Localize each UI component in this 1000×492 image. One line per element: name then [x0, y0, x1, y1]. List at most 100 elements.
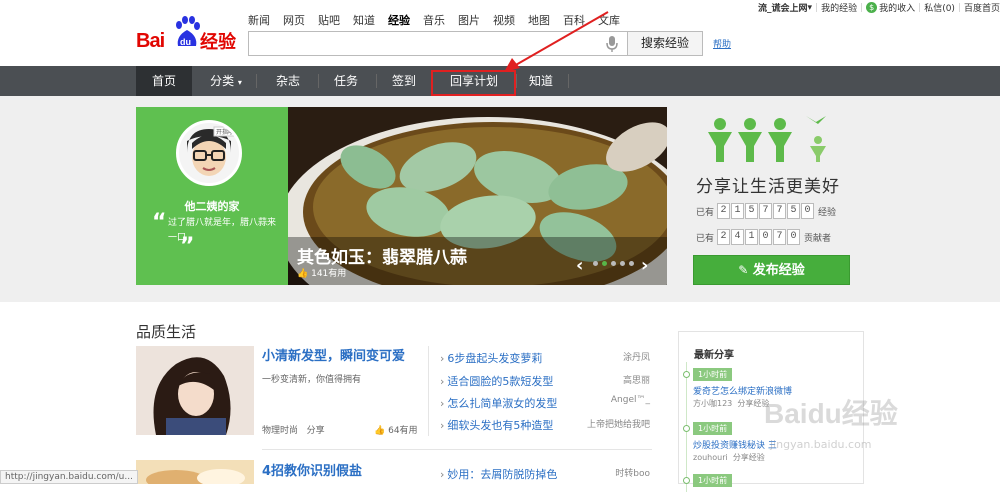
- section-title: 品质生活: [136, 323, 197, 341]
- author-quote: “ 过了腊八就是年，腊八蒜来一口 ”: [152, 212, 277, 258]
- watermark-url: jingyan.baidu.com: [770, 438, 872, 451]
- carousel-next-icon[interactable]: ›: [641, 255, 648, 276]
- hero-title[interactable]: 其色如玉：翡翠腊八蒜: [297, 243, 467, 268]
- divider: |: [918, 2, 922, 13]
- chevron-down-icon: ▾: [237, 78, 242, 87]
- tab-checkin[interactable]: 签到: [376, 66, 432, 96]
- carousel-dot[interactable]: [629, 261, 634, 266]
- top-nav-images[interactable]: 图片: [458, 12, 480, 28]
- divider: [262, 449, 652, 450]
- edit-icon: ✎: [738, 263, 749, 277]
- share-action: 分享经验: [732, 453, 765, 462]
- top-nav-tieba[interactable]: 贴吧: [318, 12, 340, 28]
- list-item-title[interactable]: 怎么扎简单淑女的发型: [440, 395, 557, 411]
- tab-category-label: 分类: [210, 74, 235, 88]
- my-income-link[interactable]: 我的收入: [879, 1, 915, 14]
- contrib-counter: 已有 2 4 1 0 7 0 贡献者: [696, 229, 831, 245]
- search-button[interactable]: 搜索经验: [627, 31, 703, 56]
- carousel-dot-active[interactable]: [602, 261, 607, 266]
- list-item[interactable]: 6步盘起头发变萝莉 涂丹凤: [440, 350, 650, 366]
- divider: [428, 346, 429, 436]
- list-item-title[interactable]: 细软头发也有5种造型: [440, 417, 553, 433]
- article-thumbnail[interactable]: [136, 460, 254, 484]
- carousel-dot[interactable]: [620, 261, 625, 266]
- carousel-prev-icon[interactable]: ‹: [576, 255, 583, 276]
- baidu-home-link[interactable]: 百度首页: [964, 1, 1000, 14]
- exp-suffix: 经验: [818, 207, 837, 218]
- digit: 5: [745, 203, 759, 219]
- top-nav-music[interactable]: 音乐: [423, 12, 445, 28]
- tab-home[interactable]: 首页: [136, 66, 192, 96]
- list-item-author[interactable]: 时转boo: [615, 466, 650, 482]
- hero-likes-count: 141有用: [311, 269, 347, 279]
- list-item-title[interactable]: 6步盘起头发变萝莉: [440, 350, 542, 366]
- time-tag: 1小时前: [693, 368, 733, 381]
- avatar-illustration: 开指哦: [179, 123, 239, 183]
- article-likes: 👍 64有用: [374, 423, 418, 436]
- carousel-dot[interactable]: [611, 261, 616, 266]
- quote-text: 过了腊八就是年，腊八蒜来一口: [168, 218, 277, 243]
- panel-title: 最新分享: [694, 350, 734, 361]
- digit: 7: [773, 229, 787, 245]
- article-title[interactable]: 4招教你识别假盐: [262, 460, 362, 479]
- timeline-dot: [683, 371, 690, 378]
- thumb-up-icon: 👍: [297, 269, 309, 279]
- publish-button[interactable]: ✎ 发布经验: [693, 255, 850, 285]
- article-likes-count: 64有用: [388, 426, 418, 436]
- top-nav-news[interactable]: 新闻: [248, 12, 270, 28]
- top-nav-web[interactable]: 网页: [283, 12, 305, 28]
- svg-text:du: du: [180, 37, 191, 47]
- quote-open-icon: “: [152, 210, 167, 235]
- timeline-dot: [683, 425, 690, 432]
- digit: 2: [717, 229, 731, 245]
- help-link[interactable]: 帮助: [713, 37, 731, 50]
- top-nav-jingyan[interactable]: 经验: [388, 12, 410, 28]
- share-title[interactable]: 炒股投资赚钱秘诀 三: [693, 438, 777, 451]
- list-item-author[interactable]: 涂丹凤: [623, 350, 650, 366]
- digit: 5: [787, 203, 801, 219]
- status-bar-url: http://jingyan.baidu.com/u...: [0, 470, 138, 484]
- digit: 0: [801, 203, 815, 219]
- salt-image: [136, 460, 254, 484]
- article-thumbnail[interactable]: [136, 346, 254, 435]
- time-tag: 1小时前: [693, 422, 733, 435]
- baidu-jingyan-logo[interactable]: Bai du 经验: [136, 16, 240, 56]
- list-item-author[interactable]: Angel™_: [611, 395, 650, 411]
- timeline-dot: [683, 477, 690, 484]
- list-item-author[interactable]: 高思丽: [623, 373, 650, 389]
- chevron-down-icon[interactable]: ▾: [807, 3, 812, 13]
- share-user[interactable]: 方小咖123: [693, 399, 732, 408]
- share-user[interactable]: zouhouri: [693, 453, 728, 462]
- tab-magazine[interactable]: 杂志: [260, 66, 316, 96]
- list-item[interactable]: 妙用：去屑防脱防掉色 时转boo: [440, 466, 650, 482]
- digit: 0: [759, 229, 773, 245]
- list-item[interactable]: 适合圆脸的5款短发型 高思丽: [440, 373, 650, 389]
- my-exp-link[interactable]: 我的经验: [821, 1, 857, 14]
- user-bar: 流_谎会上网 ▾ | 我的经验 | $ 我的收入 | 私信(0) | 百度首页: [758, 1, 1000, 14]
- list-item-author[interactable]: 上帝把她给我吧: [587, 417, 650, 433]
- list-item-title[interactable]: 适合圆脸的5款短发型: [440, 373, 553, 389]
- digit: 1: [731, 203, 745, 219]
- list-item[interactable]: 怎么扎简单淑女的发型 Angel™_: [440, 395, 650, 411]
- list-item[interactable]: 细软头发也有5种造型 上帝把她给我吧: [440, 417, 650, 433]
- digit: 1: [745, 229, 759, 245]
- article-category[interactable]: 物理时尚: [262, 426, 298, 436]
- quote-close-icon: ”: [180, 234, 195, 259]
- author-avatar[interactable]: 开指哦: [176, 120, 242, 186]
- divider: |: [815, 2, 819, 13]
- hero-likes: 👍 141有用: [297, 266, 346, 279]
- tab-category[interactable]: 分类 ▾: [198, 66, 254, 96]
- carousel-dot[interactable]: [593, 261, 598, 266]
- tab-tasks[interactable]: 任务: [318, 66, 374, 96]
- article-title[interactable]: 小清新发型，瞬间变可爱: [262, 345, 405, 364]
- people-logo-icon: [708, 116, 826, 162]
- messages-link[interactable]: 私信(0): [924, 1, 955, 14]
- username-link[interactable]: 流_谎会上网: [758, 1, 808, 14]
- girl-hairstyle-image: [136, 346, 254, 435]
- article-share[interactable]: 分享: [307, 426, 325, 436]
- list-item-title[interactable]: 妙用：去屑防脱防掉色: [440, 466, 557, 482]
- share-meta: zouhouri 分享经验: [693, 452, 765, 463]
- top-nav-zhidao[interactable]: 知道: [353, 12, 375, 28]
- divider: |: [860, 2, 864, 13]
- divider: |: [957, 2, 961, 13]
